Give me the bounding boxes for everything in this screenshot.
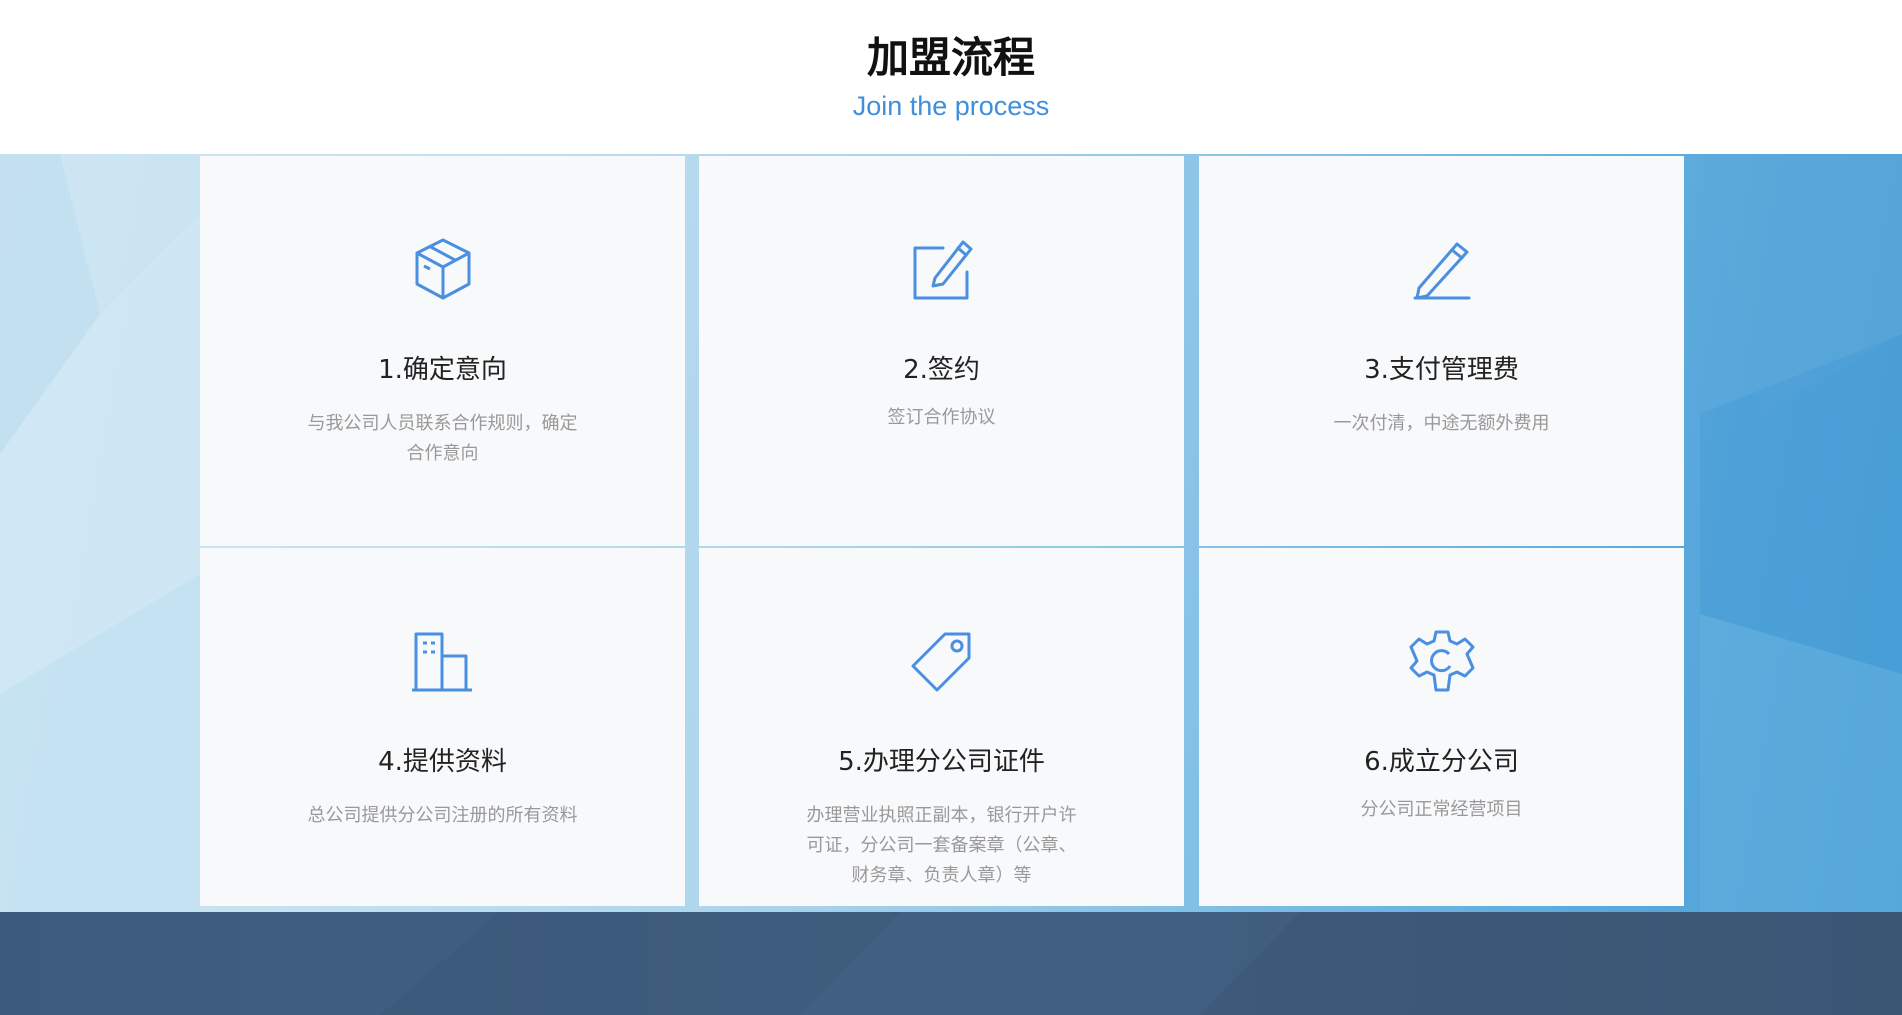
step-description: 总公司提供分公司注册的所有资料: [307, 805, 578, 826]
step-card-3: 3.支付管理费 一次付清，中途无额外费用: [1199, 156, 1684, 546]
step-description: 分公司正常经营项目: [1360, 799, 1523, 820]
step-title: 3.支付管理费: [1364, 355, 1519, 385]
footer-texture: [0, 912, 1300, 1015]
step-card-6: 6.成立分公司 分公司正常经营项目: [1199, 548, 1684, 906]
tag-icon: [699, 628, 1184, 694]
process-grid: 1.确定意向 与我公司人员联系合作规则，确定合作意向 2.签约 签订合作协议 3…: [200, 156, 1700, 908]
step-title: 5.办理分公司证件: [838, 747, 1045, 777]
section-subtitle: Join the process: [852, 91, 1050, 121]
step-title: 4.提供资料: [378, 747, 507, 777]
step-description: 一次付清，中途无额外费用: [1333, 413, 1550, 434]
step-title: 6.成立分公司: [1364, 747, 1519, 777]
pencil-icon: [1199, 236, 1684, 302]
step-card-2: 2.签约 签订合作协议: [699, 156, 1184, 546]
step-card-5: 5.办理分公司证件 办理营业执照正副本，银行开户许可证，分公司一套备案章（公章、…: [699, 548, 1184, 906]
step-title: 1.确定意向: [378, 355, 507, 385]
gear-icon: [1199, 628, 1684, 694]
step-description: 与我公司人员联系合作规则，确定合作意向: [307, 413, 578, 464]
step-title: 2.签约: [903, 355, 980, 385]
step-description: 办理营业执照正副本，银行开户许可证，分公司一套备案章（公章、财务章、负责人章）等: [806, 805, 1077, 886]
section-header: 加盟流程 Join the process: [0, 0, 1902, 154]
step-description: 签订合作协议: [887, 407, 996, 428]
step-card-4: 4.提供资料 总公司提供分公司注册的所有资料: [200, 548, 685, 906]
step-card-1: 1.确定意向 与我公司人员联系合作规则，确定合作意向: [200, 156, 685, 546]
footer-band: [0, 912, 1902, 1015]
box-icon: [200, 236, 685, 302]
building-icon: [200, 628, 685, 694]
section-title: 加盟流程: [866, 33, 1035, 82]
edit-icon: [699, 236, 1184, 302]
